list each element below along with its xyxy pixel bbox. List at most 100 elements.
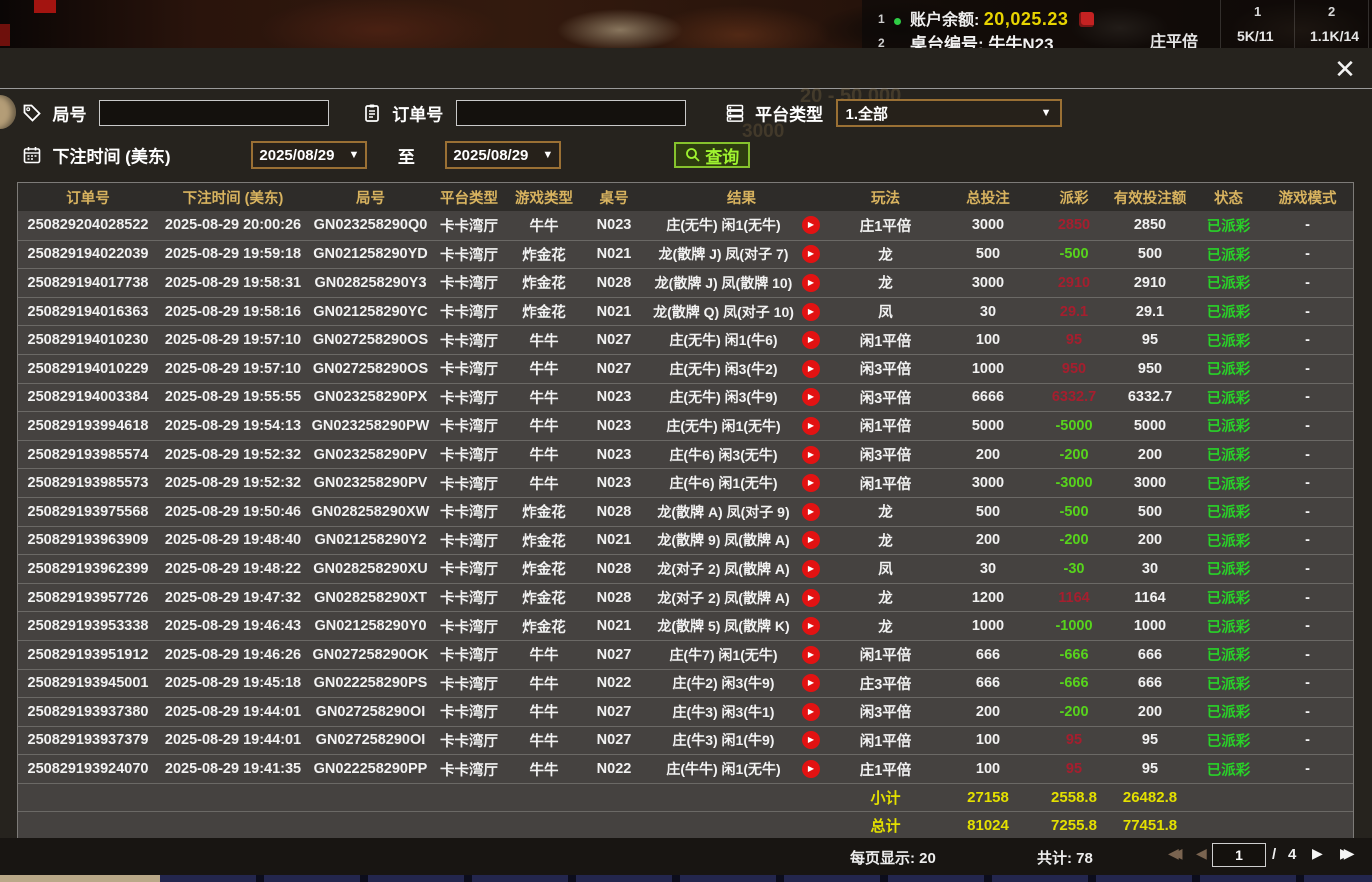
order-filter-label: 订单号 xyxy=(392,106,443,125)
replay-video-icon[interactable]: ▶ xyxy=(802,360,820,378)
cell-time: 2025-08-29 19:44:01 xyxy=(158,732,308,748)
divider xyxy=(1220,0,1221,48)
cell-status: 已派彩 xyxy=(1195,673,1262,694)
round-input[interactable] xyxy=(99,100,329,126)
cell-table: N023 xyxy=(583,389,645,405)
column-header-9: 派彩 xyxy=(1043,187,1105,208)
replay-video-icon[interactable]: ▶ xyxy=(802,245,820,263)
replay-video-icon[interactable]: ▶ xyxy=(802,331,820,349)
replay-video-icon[interactable]: ▶ xyxy=(802,703,820,721)
cell-bet_type: 闲3平倍 xyxy=(838,444,933,465)
cell-result: 龙(散牌 A) 凤(对子 9)▶ xyxy=(645,502,838,522)
cell-bet: 500 xyxy=(933,246,1043,262)
replay-video-icon[interactable]: ▶ xyxy=(802,446,820,464)
cell-game: 牛牛 xyxy=(505,473,583,494)
search-button-label: 查询 xyxy=(705,143,739,168)
result-text: 龙(对子 2) 凤(散牌 A) xyxy=(645,588,802,608)
cell-time: 2025-08-29 19:52:32 xyxy=(158,447,308,463)
cell-order: 250829193962399 xyxy=(18,561,158,577)
cell-order: 250829193994618 xyxy=(18,418,158,434)
cell-time: 2025-08-29 19:57:10 xyxy=(158,361,308,377)
cell-valid: 200 xyxy=(1105,532,1195,548)
replay-video-icon[interactable]: ▶ xyxy=(802,760,820,778)
search-button[interactable]: 查询 xyxy=(674,142,750,168)
cell-table: N021 xyxy=(583,532,645,548)
cell-valid: 500 xyxy=(1105,504,1195,520)
replay-video-icon[interactable]: ▶ xyxy=(802,388,820,406)
cell-bet_type: 龙 xyxy=(838,501,933,522)
cell-payout: 2910 xyxy=(1043,275,1105,291)
order-input[interactable] xyxy=(456,100,686,126)
replay-video-icon[interactable]: ▶ xyxy=(802,674,820,692)
cell-payout: -500 xyxy=(1043,246,1105,262)
cell-game: 牛牛 xyxy=(505,215,583,236)
cell-valid: 3000 xyxy=(1105,475,1195,491)
cell-table: N027 xyxy=(583,332,645,348)
replay-video-icon[interactable]: ▶ xyxy=(802,531,820,549)
date-to-select[interactable]: 2025/08/29 ▼ xyxy=(445,141,561,169)
column-header-5: 桌号 xyxy=(583,187,645,208)
platform-select[interactable]: 1.全部 ▼ xyxy=(836,99,1062,127)
cell-time: 2025-08-29 19:52:32 xyxy=(158,475,308,491)
cell-platform: 卡卡湾厅 xyxy=(433,587,505,608)
limit-col-1: 1 xyxy=(1254,4,1261,19)
cell-bet_type: 闲1平倍 xyxy=(838,644,933,665)
next-page-button[interactable]: ▶ xyxy=(1312,845,1323,862)
replay-video-icon[interactable]: ▶ xyxy=(802,503,820,521)
cell-mode: - xyxy=(1262,532,1353,548)
cell-payout: -5000 xyxy=(1043,418,1105,434)
cell-game: 炸金花 xyxy=(505,501,583,522)
cell-time: 2025-08-29 19:58:16 xyxy=(158,304,308,320)
result-text: 庄(牛牛) 闲1(无牛) xyxy=(645,759,802,779)
cell-time: 2025-08-29 19:48:40 xyxy=(158,532,308,548)
cell-time: 2025-08-29 19:50:46 xyxy=(158,504,308,520)
replay-video-icon[interactable]: ▶ xyxy=(802,560,820,578)
replay-video-icon[interactable]: ▶ xyxy=(802,731,820,749)
cell-bet: 1200 xyxy=(933,590,1043,606)
cell-order: 250829193945001 xyxy=(18,675,158,691)
cell-order: 250829193975568 xyxy=(18,504,158,520)
date-from-select[interactable]: 2025/08/29 ▼ xyxy=(251,141,367,169)
cell-bet_type: 闲3平倍 xyxy=(838,358,933,379)
column-header-3: 平台类型 xyxy=(433,187,505,208)
cell-status: 已派彩 xyxy=(1195,301,1262,322)
close-icon[interactable]: ✕ xyxy=(1330,54,1360,84)
cell-game: 炸金花 xyxy=(505,530,583,551)
cell-mode: - xyxy=(1262,647,1353,663)
column-header-0: 订单号 xyxy=(18,187,158,208)
cell-table: N028 xyxy=(583,504,645,520)
replay-video-icon[interactable]: ▶ xyxy=(802,216,820,234)
cell-platform: 卡卡湾厅 xyxy=(433,501,505,522)
table-number: 桌台编号: 牛牛N23 xyxy=(910,30,1054,48)
cell-bet_type: 闲1平倍 xyxy=(838,330,933,351)
cell-round: GN028258290Y3 xyxy=(308,275,433,291)
prev-page-button[interactable]: ◀ xyxy=(1196,845,1207,862)
cell-payout: -200 xyxy=(1043,704,1105,720)
cell-mode: - xyxy=(1262,475,1353,491)
first-page-button[interactable]: ◀◀ xyxy=(1168,845,1172,862)
cell-bet: 1000 xyxy=(933,361,1043,377)
cell-table: N023 xyxy=(583,447,645,463)
result-text: 庄(牛7) 闲1(无牛) xyxy=(645,645,802,665)
replay-video-icon[interactable]: ▶ xyxy=(802,589,820,607)
cell-time: 2025-08-29 19:58:31 xyxy=(158,275,308,291)
cell-round: GN027258290OS xyxy=(308,332,433,348)
search-icon xyxy=(685,147,701,163)
table-row: 2508291940102292025-08-29 19:57:10GN0272… xyxy=(18,354,1353,383)
cell-mode: - xyxy=(1262,304,1353,320)
cell-platform: 卡卡湾厅 xyxy=(433,272,505,293)
cell-platform: 卡卡湾厅 xyxy=(433,673,505,694)
last-page-button[interactable]: ▶▶ xyxy=(1340,845,1344,862)
replay-video-icon[interactable]: ▶ xyxy=(802,646,820,664)
cell-valid: 6332.7 xyxy=(1105,389,1195,405)
cell-order: 250829204028522 xyxy=(18,217,158,233)
cell-order: 250829194022039 xyxy=(18,246,158,262)
replay-video-icon[interactable]: ▶ xyxy=(802,417,820,435)
cell-platform: 卡卡湾厅 xyxy=(433,558,505,579)
replay-video-icon[interactable]: ▶ xyxy=(802,474,820,492)
page-input[interactable] xyxy=(1212,843,1266,867)
replay-video-icon[interactable]: ▶ xyxy=(802,617,820,635)
replay-video-icon[interactable]: ▶ xyxy=(802,274,820,292)
replay-video-icon[interactable]: ▶ xyxy=(802,303,820,321)
cell-bet_type: 闲3平倍 xyxy=(838,701,933,722)
